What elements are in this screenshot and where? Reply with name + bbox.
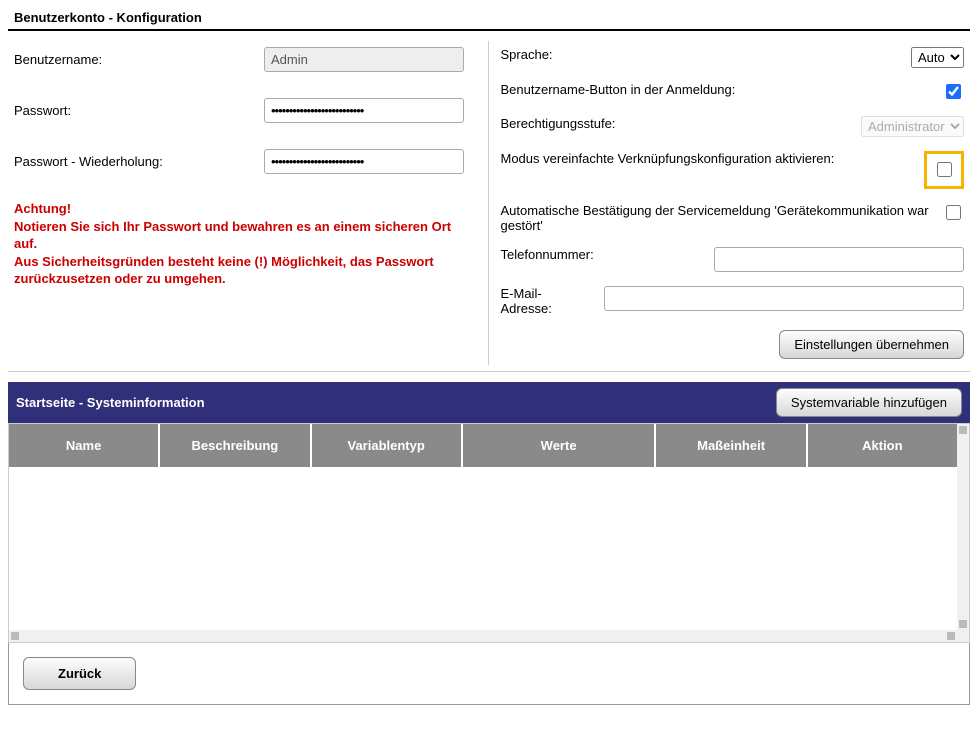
scrollbar-corner — [957, 630, 969, 642]
password-label: Passwort: — [14, 103, 264, 118]
col-action: Aktion — [808, 424, 957, 467]
col-unit: Maßeinheit — [656, 424, 807, 467]
phone-input[interactable] — [714, 247, 964, 272]
sysinfo-panel-header: Startseite - Systeminformation Systemvar… — [8, 382, 970, 423]
password-input[interactable] — [264, 98, 464, 123]
password-repeat-label: Passwort - Wiederholung: — [14, 154, 264, 169]
config-left-column: Benutzername: Passwort: Passwort - Wiede… — [8, 41, 488, 365]
col-values: Werte — [463, 424, 657, 467]
language-select[interactable]: Auto — [911, 47, 964, 68]
highlighted-checkbox-frame — [924, 151, 964, 189]
section-title: Benutzerkonto - Konfiguration — [8, 8, 970, 31]
table-header-row: Name Beschreibung Variablentyp Werte Maß… — [9, 424, 957, 467]
simplified-mode-checkbox[interactable] — [937, 162, 952, 177]
col-type: Variablentyp — [312, 424, 463, 467]
apply-settings-button[interactable]: Einstellungen übernehmen — [779, 330, 964, 359]
back-button[interactable]: Zurück — [23, 657, 136, 690]
permission-level-select: Administrator — [861, 116, 964, 137]
password-warning: Achtung! Notieren Sie sich Ihr Passwort … — [14, 200, 478, 288]
col-name: Name — [9, 424, 160, 467]
col-description: Beschreibung — [160, 424, 311, 467]
warning-line-1: Achtung! — [14, 200, 478, 218]
auto-confirm-checkbox[interactable] — [946, 205, 961, 220]
permission-level-label: Berechtigungsstufe: — [501, 116, 862, 131]
sysinfo-table: Name Beschreibung Variablentyp Werte Maß… — [8, 423, 970, 643]
username-button-label: Benutzername-Button in der Anmeldung: — [501, 82, 943, 97]
table-body-empty — [9, 467, 969, 627]
email-input[interactable] — [604, 286, 964, 311]
username-input — [264, 47, 464, 72]
auto-confirm-label: Automatische Bestätigung der Servicemeld… — [501, 203, 943, 233]
vertical-scrollbar[interactable] — [957, 424, 969, 630]
email-label: E-Mail-Adresse: — [501, 286, 571, 316]
horizontal-scrollbar[interactable] — [9, 630, 957, 642]
sysinfo-panel-title: Startseite - Systeminformation — [16, 395, 205, 410]
add-system-variable-button[interactable]: Systemvariable hinzufügen — [776, 388, 962, 417]
phone-label: Telefonnummer: — [501, 247, 631, 262]
simplified-mode-label: Modus vereinfachte Verknüpfungskonfigura… — [501, 151, 925, 166]
warning-line-3: Aus Sicherheitsgründen besteht keine (!)… — [14, 253, 478, 288]
username-button-checkbox[interactable] — [946, 84, 961, 99]
config-right-column: Sprache: Auto Benutzername-Button in der… — [488, 41, 971, 365]
warning-line-2: Notieren Sie sich Ihr Passwort und bewah… — [14, 218, 478, 253]
password-repeat-input[interactable] — [264, 149, 464, 174]
language-label: Sprache: — [501, 47, 912, 62]
username-label: Benutzername: — [14, 52, 264, 67]
footer-bar: Zurück — [8, 643, 970, 705]
